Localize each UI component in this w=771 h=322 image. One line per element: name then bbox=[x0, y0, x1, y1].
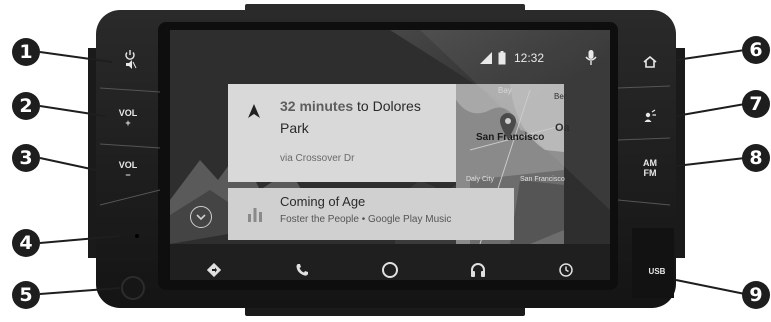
map-label-oa: Oa bbox=[555, 122, 570, 134]
media-subtitle: Foster the People • Google Play Music bbox=[280, 214, 452, 225]
recent-icon bbox=[559, 263, 573, 277]
am-label: AM bbox=[643, 158, 657, 168]
volume-down-sign: − bbox=[125, 170, 131, 180]
home-icon bbox=[643, 56, 657, 68]
callout-9: 9 bbox=[742, 281, 770, 309]
volume-up-button[interactable]: VOL + bbox=[110, 98, 146, 138]
voice-icon bbox=[643, 109, 657, 123]
map-pin-icon[interactable] bbox=[498, 112, 518, 140]
map-label-sfo: San Francisco bbox=[520, 176, 565, 183]
volume-down-button[interactable]: VOL − bbox=[110, 150, 146, 190]
volume-down-label: VOL bbox=[118, 160, 138, 170]
callout-2: 2 bbox=[12, 92, 40, 120]
callout-8: 8 bbox=[742, 144, 770, 172]
audio-tab[interactable] bbox=[458, 255, 498, 280]
navigation-tab[interactable] bbox=[194, 255, 234, 280]
callout-6: 6 bbox=[742, 36, 770, 64]
map-label-bay: Bay bbox=[498, 86, 512, 95]
navigation-destination: to Dolores bbox=[353, 98, 421, 114]
usb-port: USB bbox=[640, 264, 674, 280]
battery-icon bbox=[498, 51, 506, 65]
media-card[interactable]: Coming of Age Foster the People • Google… bbox=[228, 188, 514, 240]
android-auto-screen: Bay Ber Oa San Francisco Daly City San F… bbox=[170, 30, 610, 280]
callout-5: 5 bbox=[12, 281, 40, 309]
navigation-headline: 32 minutes to Dolores bbox=[280, 98, 421, 114]
volume-up-sign: + bbox=[125, 118, 131, 128]
fm-label: FM bbox=[643, 168, 657, 178]
status-time: 12:32 bbox=[514, 51, 545, 65]
equalizer-icon bbox=[248, 208, 262, 222]
callout-1: 1 bbox=[12, 38, 40, 66]
microphone-icon[interactable] bbox=[585, 50, 597, 66]
phone-icon bbox=[296, 264, 308, 276]
phone-tab[interactable] bbox=[282, 255, 322, 280]
home-tab[interactable] bbox=[370, 255, 410, 280]
callout-3: 3 bbox=[12, 144, 40, 172]
expand-button[interactable] bbox=[190, 206, 212, 228]
power-mute-button[interactable] bbox=[112, 40, 148, 80]
navigation-arrow-icon bbox=[248, 104, 260, 118]
media-title: Coming of Age bbox=[280, 194, 366, 209]
navigation-duration: 32 minutes bbox=[280, 98, 354, 114]
map-label-daly: Daly City bbox=[466, 176, 495, 183]
navigation-destination-line2: Park bbox=[280, 120, 309, 136]
signal-icon bbox=[480, 52, 492, 64]
recent-tab[interactable] bbox=[546, 255, 586, 280]
headphones-icon bbox=[471, 263, 485, 277]
navigation-icon bbox=[207, 263, 221, 277]
power-mute-icon bbox=[123, 49, 137, 71]
bottom-nav-bar bbox=[170, 244, 610, 280]
chevron-down-icon bbox=[196, 214, 206, 221]
callout-4: 4 bbox=[12, 229, 40, 257]
navigation-route: via Crossover Dr bbox=[280, 153, 355, 164]
callout-7: 7 bbox=[742, 90, 770, 118]
home-circle-icon bbox=[382, 262, 398, 278]
volume-up-label: VOL bbox=[118, 108, 138, 118]
navigation-card[interactable]: 32 minutes to Dolores Park via Crossover… bbox=[228, 84, 456, 182]
voice-button[interactable] bbox=[630, 96, 670, 136]
home-button[interactable] bbox=[630, 42, 670, 82]
am-fm-button[interactable]: AM FM bbox=[630, 148, 670, 188]
usb-label: USB bbox=[648, 267, 666, 276]
map-label-ber: Ber bbox=[554, 92, 567, 101]
